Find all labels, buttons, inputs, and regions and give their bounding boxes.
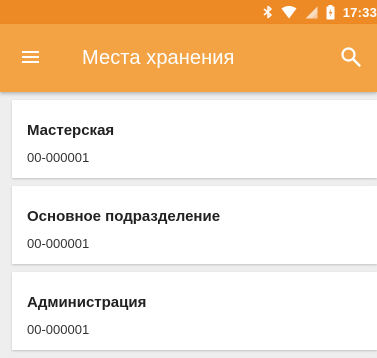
page-title: Места хранения [82, 47, 235, 69]
location-name: Администрация [27, 294, 147, 311]
app-bar: Места хранения [0, 24, 377, 92]
list-item[interactable]: Мастерская 00-000001 [12, 100, 377, 178]
bluetooth-icon [263, 5, 273, 19]
battery-icon [326, 4, 335, 20]
location-name: Основное подразделение [27, 208, 221, 225]
list-item[interactable]: Основное подразделение 00-000001 [12, 186, 377, 264]
storage-location-list: Мастерская 00-000001 Основное подразделе… [12, 100, 377, 358]
no-sim-icon [305, 6, 318, 19]
list-item[interactable]: Администрация 00-000001 [12, 272, 377, 350]
location-code: 00-000001 [27, 150, 90, 165]
status-time: 17:33 [342, 4, 377, 20]
status-icons: 17:33 [263, 0, 377, 24]
wifi-icon [281, 5, 297, 19]
location-code: 00-000001 [27, 322, 90, 337]
location-name: Мастерская [27, 122, 115, 139]
hamburger-menu-icon[interactable] [20, 46, 42, 68]
location-code: 00-000001 [27, 236, 90, 251]
search-icon[interactable] [339, 45, 363, 69]
status-bar: 17:33 [0, 0, 377, 24]
